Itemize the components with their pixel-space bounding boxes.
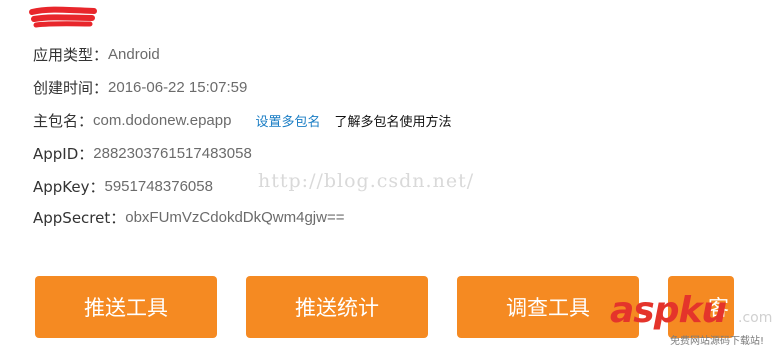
aspku-slogan: 免费网站源码下载站! <box>670 336 765 347</box>
appid-row: AppID： 2882303761517483058 <box>33 142 252 164</box>
appkey-value: 5951748376058 <box>104 177 213 195</box>
aspku-tld: .com <box>738 310 773 326</box>
created-row: 创建时间： 2016-06-22 15:07:59 <box>33 76 247 98</box>
redacted-title-scribble <box>29 6 97 28</box>
push-stats-button-label: 推送统计 <box>295 296 379 320</box>
appsecret-row: AppSecret： obxFUmVzCdokdDkQwm4gjw== <box>33 206 345 228</box>
appkey-row: AppKey： 5951748376058 <box>33 175 213 197</box>
learn-multi-package-link[interactable]: 了解多包名使用方法 <box>334 111 451 130</box>
push-tool-button[interactable]: 推送工具 <box>35 276 217 338</box>
created-label: 创建时间： <box>33 78 109 97</box>
package-row: 主包名： com.dodonew.epapp 设置多包名 了解多包名使用方法 <box>33 109 452 131</box>
aspku-brand: aspku <box>610 290 727 331</box>
csdn-watermark: http://blog.csdn.net/ <box>258 170 475 192</box>
package-value: com.dodonew.epapp <box>93 111 232 129</box>
appsecret-value: obxFUmVzCdokdDkQwm4gjw== <box>125 208 345 226</box>
appkey-label: AppKey： <box>33 177 105 196</box>
platform-label: 应用类型： <box>33 45 109 64</box>
platform-value: Android <box>108 45 160 63</box>
platform-row: 应用类型： Android <box>33 43 160 65</box>
appid-label: AppID： <box>33 144 94 163</box>
survey-tool-button-label: 调查工具 <box>506 296 590 320</box>
set-multi-package-link[interactable]: 设置多包名 <box>255 111 320 130</box>
appsecret-label: AppSecret： <box>33 208 126 227</box>
push-stats-button[interactable]: 推送统计 <box>246 276 428 338</box>
push-tool-button-label: 推送工具 <box>84 296 168 320</box>
appid-value: 2882303761517483058 <box>93 144 252 162</box>
package-label: 主包名： <box>33 111 94 130</box>
created-value: 2016-06-22 15:07:59 <box>108 78 248 96</box>
aspku-watermark-logo: aspku .com 免费网站源码下载站! <box>610 292 775 348</box>
